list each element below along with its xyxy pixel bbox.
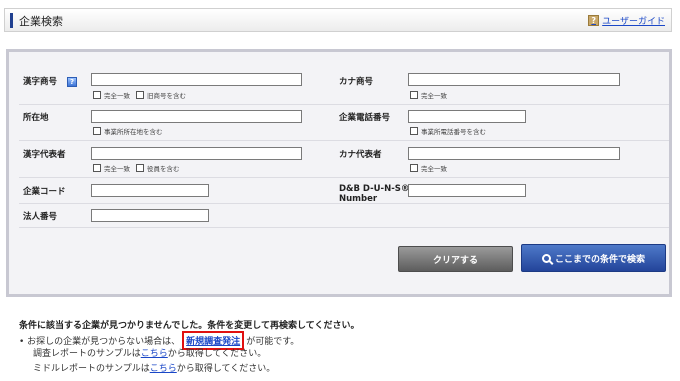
middle-sample-prefix: ミドルレポートのサンプルは (33, 364, 150, 374)
kanji-rep-input[interactable] (91, 147, 302, 160)
phone-office-label: 事業所電話番号を含む (421, 128, 486, 136)
company-code-input[interactable] (91, 184, 209, 197)
kanji-exact-checkbox[interactable] (93, 91, 101, 99)
kanji-name-help-icon[interactable]: ? (67, 77, 77, 87)
clear-button-label: クリアする (432, 255, 478, 266)
kanji-rep-label: 漢字代表者 (23, 150, 66, 160)
kana-exact-checkbox[interactable] (410, 91, 418, 99)
company-code-label: 企業コード (23, 187, 66, 197)
duns-input[interactable] (408, 184, 526, 197)
user-guide-link[interactable]: ? ユーザーガイド (588, 14, 665, 27)
row-divider (19, 140, 669, 141)
row-divider (19, 104, 669, 105)
middle-sample-suffix: から取得してください。 (176, 364, 276, 374)
kana-rep-input[interactable] (408, 147, 620, 160)
survey-sample-suffix: から取得してください。 (167, 349, 267, 359)
phone-input[interactable] (408, 110, 526, 123)
kanji-name-label: 漢字商号 (23, 77, 58, 87)
kanji-former-label: 旧商号を含む (147, 92, 186, 100)
kanji-name-options: 完全一致 旧商号を含む (93, 90, 186, 100)
kanji-rep-options: 完全一致 役員を含む (93, 163, 180, 173)
kana-rep-exact-label: 完全一致 (421, 165, 447, 173)
kana-exact-label: 完全一致 (421, 92, 447, 100)
duns-label-line2: Number (339, 194, 378, 204)
page-header: 企業検索 ? ユーザーガイド (4, 8, 672, 32)
address-input[interactable] (91, 110, 302, 123)
kanji-former-checkbox[interactable] (136, 91, 144, 99)
search-button-label: ここまでの条件で検索 (554, 254, 645, 265)
search-icon (541, 253, 551, 263)
address-office-checkbox[interactable] (93, 127, 101, 135)
survey-sample-link[interactable]: こちら (141, 346, 168, 359)
address-label: 所在地 (23, 113, 49, 123)
duns-label: D&B D-U-N-S® Number (339, 184, 409, 204)
kanji-exact-label: 完全一致 (104, 92, 130, 100)
middle-sample-link[interactable]: こちら (150, 361, 177, 374)
kana-rep-exact-checkbox[interactable] (410, 164, 418, 172)
duns-label-line1: D&B D-U-N-S® (339, 184, 410, 194)
address-office-label: 事業所所在地を含む (104, 128, 163, 136)
user-guide-label: ユーザーガイド (602, 17, 665, 27)
survey-sample-prefix: 調査レポートのサンプルは (33, 349, 141, 359)
kanji-rep-officer-checkbox[interactable] (136, 164, 144, 172)
row-divider (19, 177, 669, 178)
row-divider (19, 227, 669, 228)
address-options: 事業所所在地を含む (93, 126, 163, 136)
kana-rep-options: 完全一致 (410, 163, 447, 173)
kanji-rep-exact-checkbox[interactable] (93, 164, 101, 172)
kana-name-input[interactable] (408, 73, 620, 86)
search-form-panel: 漢字商号 ? 完全一致 旧商号を含む カナ商号 完全一致 所在地 事業所所在地を… (6, 49, 672, 297)
phone-options: 事業所電話番号を含む (410, 126, 486, 136)
survey-sample-line: 調査レポートのサンプルは こちら から取得してください。 (33, 346, 266, 359)
corp-number-input[interactable] (91, 209, 209, 222)
page-title: 企業検索 (19, 15, 63, 28)
middle-sample-line: ミドルレポートのサンプルは こちら から取得してください。 (33, 361, 275, 374)
help-icon: ? (588, 15, 600, 26)
no-results-message: 条件に該当する企業が見つかりませんでした。条件を変更して再検索してください。 (19, 321, 360, 331)
clear-button[interactable]: クリアする (398, 246, 513, 272)
phone-label: 企業電話番号 (339, 113, 391, 123)
kanji-rep-officer-label: 役員を含む (147, 165, 180, 173)
kana-name-label: カナ商号 (339, 77, 374, 87)
kana-name-options: 完全一致 (410, 90, 447, 100)
search-button[interactable]: ここまでの条件で検索 (521, 244, 666, 272)
phone-office-checkbox[interactable] (410, 127, 418, 135)
kanji-name-input[interactable] (91, 73, 302, 86)
kana-rep-label: カナ代表者 (339, 150, 382, 160)
kanji-rep-exact-label: 完全一致 (104, 165, 130, 173)
title-accent-bar (10, 13, 13, 28)
corp-number-label: 法人番号 (23, 212, 58, 222)
